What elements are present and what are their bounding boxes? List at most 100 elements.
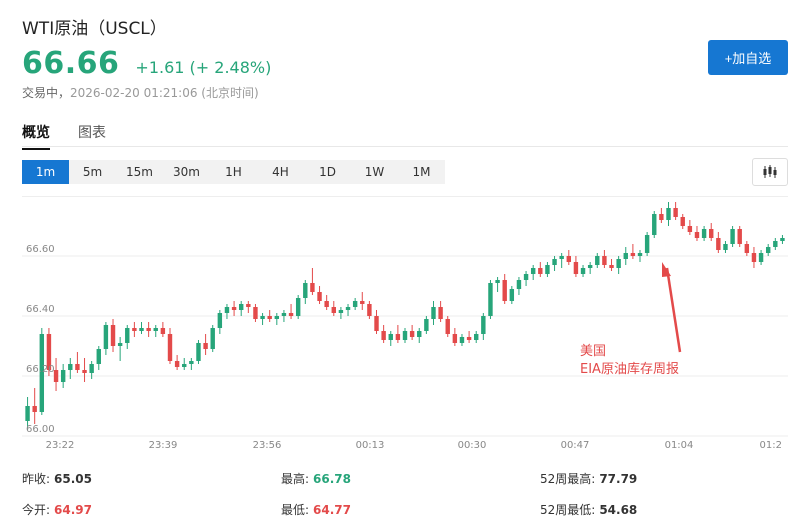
candle-body: [274, 316, 280, 319]
candle-body: [459, 337, 465, 343]
candle-body: [89, 364, 94, 373]
candle-body: [174, 361, 180, 367]
candle-body: [545, 265, 550, 274]
period-1h[interactable]: 1H: [210, 160, 257, 184]
annotation-arrow: [665, 267, 682, 353]
candle-body: [687, 226, 693, 232]
chart-type-button[interactable]: [752, 158, 788, 186]
candlestick-icon: [763, 165, 777, 178]
candle-body: [758, 253, 764, 262]
candle-body: [644, 235, 650, 253]
candle-body: [75, 364, 80, 370]
stats-panel: 昨收: 65.05 最高: 66.78 52周最高: 77.79 今开: 64.97 最…: [22, 464, 792, 519]
candle-body: [167, 334, 173, 361]
candle-body: [466, 337, 472, 340]
period-4h[interactable]: 4H: [257, 160, 304, 184]
candle-body: [566, 256, 572, 262]
candle-body: [395, 334, 401, 340]
candle-body: [117, 343, 123, 346]
candle-body: [367, 304, 372, 316]
x-tick-label: 23:56: [253, 440, 282, 451]
period-30m[interactable]: 30m: [163, 160, 210, 184]
annotation-arrowhead: [662, 262, 671, 277]
stat-label: 52周最低:: [540, 503, 596, 517]
candle-body: [680, 217, 685, 226]
period-15m[interactable]: 15m: [116, 160, 163, 184]
stat-label: 最低:: [281, 503, 310, 517]
candle-body: [652, 214, 657, 235]
status-text: 交易中，: [22, 86, 71, 100]
candle-body: [481, 316, 486, 334]
candle-body: [253, 307, 258, 319]
candle-body: [96, 349, 101, 364]
candle-body: [659, 214, 664, 220]
period-1mo[interactable]: 1M: [398, 160, 445, 184]
candle-body: [260, 316, 265, 319]
price-chart[interactable]: 66.00 66.20 66.40 66.60 23:22 23:39 23:56 00:1…: [22, 196, 788, 456]
candle-body: [530, 268, 536, 274]
x-tick-label: 01:04: [665, 440, 694, 451]
period-1d[interactable]: 1D: [304, 160, 351, 184]
candle-body: [623, 253, 628, 259]
candle-body: [587, 265, 593, 268]
period-1m[interactable]: 1m: [22, 160, 69, 184]
candle-body: [673, 208, 678, 217]
x-tick-label: 01:2: [760, 440, 782, 451]
candle-body: [744, 244, 750, 253]
candle-body: [360, 301, 365, 304]
candle-body: [374, 316, 379, 331]
candle-body: [182, 364, 187, 367]
candle-body: [68, 364, 73, 370]
candle-body: [189, 361, 194, 364]
price-chart-container: 66.00 66.20 66.40 66.60 23:22 23:39 23:56 00:1…: [22, 196, 788, 456]
candle-body: [730, 229, 735, 244]
candle-body: [580, 268, 586, 274]
candle-body: [32, 406, 37, 412]
stat-value: 65.05: [54, 472, 93, 486]
stat-low: 最低: 64.77: [281, 501, 351, 518]
x-tick-label: 23:22: [46, 440, 75, 451]
candle-body: [637, 253, 643, 256]
candle-body: [431, 307, 436, 319]
annotation-line2: EIA原油库存周报: [580, 361, 679, 377]
candle-body: [516, 280, 522, 289]
instrument-title: WTI原油（USCL）: [22, 19, 167, 39]
candle-body: [103, 325, 109, 349]
stat-value: 77.79: [599, 472, 638, 486]
candle-body: [765, 247, 771, 253]
candle-body: [125, 328, 130, 343]
candle-body: [402, 331, 408, 340]
candle-body: [602, 256, 607, 265]
candle-body: [737, 229, 742, 244]
period-5m[interactable]: 5m: [69, 160, 116, 184]
add-watchlist-button[interactable]: +加自选: [708, 40, 788, 75]
candle-body: [609, 265, 614, 268]
candle-body: [210, 328, 215, 349]
candle-body: [595, 256, 600, 265]
candle-body: [60, 370, 66, 382]
candle-body: [523, 274, 529, 280]
stat-label: 52周最高:: [540, 472, 596, 486]
candle-body: [317, 292, 322, 301]
y-tick-label: 66.60: [26, 244, 55, 255]
candle-body: [773, 241, 778, 247]
y-tick-label: 66.40: [26, 304, 55, 315]
stat-52w-low: 52周最低: 54.68: [540, 501, 637, 518]
candle-body: [310, 283, 315, 292]
stat-label: 今开:: [22, 503, 51, 517]
stat-value: 66.78: [313, 472, 352, 486]
candle-body: [723, 244, 728, 250]
period-1w[interactable]: 1W: [351, 160, 398, 184]
candle-body: [352, 301, 358, 307]
candle-body: [417, 331, 422, 337]
candle-body: [231, 307, 237, 310]
candle-body: [538, 268, 543, 274]
candle-body: [238, 304, 244, 310]
candle-body: [495, 280, 500, 283]
candle-body: [716, 238, 721, 250]
stat-label: 最高:: [281, 472, 310, 486]
candle-body: [295, 298, 301, 316]
stat-value: 64.77: [313, 503, 352, 517]
candle-body: [502, 280, 507, 301]
last-price: 66.66: [22, 46, 120, 81]
